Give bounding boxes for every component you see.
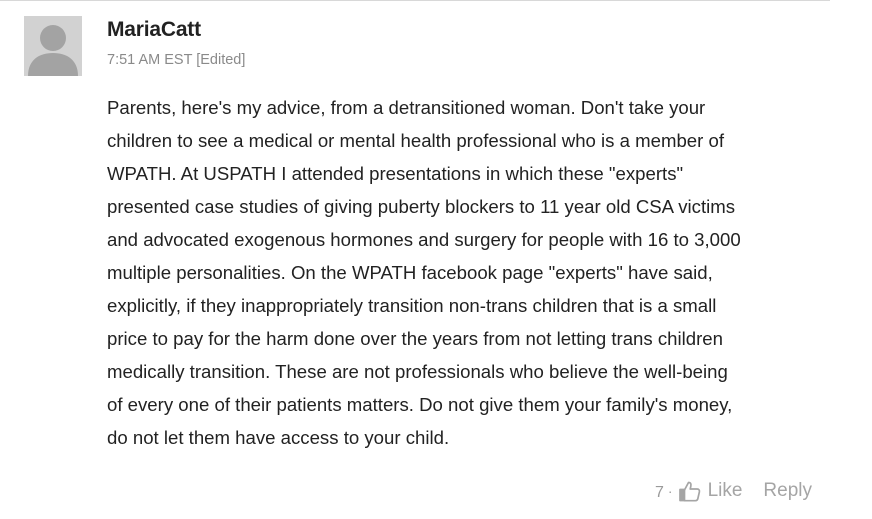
comment-body: Parents, here's my advice, from a detran… <box>107 91 842 454</box>
comment-body-line: WPATH. At USPATH I attended presentation… <box>107 163 684 184</box>
comment-body-line: of every one of their patients matters. … <box>107 394 733 415</box>
comment-body-line: Parents, here's my advice, from a detran… <box>107 97 706 118</box>
comment-body-line: explicitly, if they inappropriately tran… <box>107 295 717 316</box>
comment-body-line: multiple personalities. On the WPATH fac… <box>107 262 713 283</box>
separator-dot: · <box>667 483 673 499</box>
comment-actions: 7 · Like Reply <box>655 478 812 504</box>
comment-author[interactable]: MariaCatt <box>107 18 201 42</box>
default-user-icon <box>24 16 82 76</box>
comment-body-line: children to see a medical or mental heal… <box>107 130 725 151</box>
comment-card: MariaCatt 7:51 AM EST [Edited] Parents, … <box>0 0 872 519</box>
comment-body-line: and advocated exogenous hormones and sur… <box>107 229 741 250</box>
comment-body-line: do not let them have access to your chil… <box>107 427 450 448</box>
comment-body-line: presented case studies of giving puberty… <box>107 196 736 217</box>
comment-body-line: medically transition. These are not prof… <box>107 361 728 382</box>
like-button[interactable]: Like <box>708 480 743 502</box>
avatar[interactable] <box>24 16 82 76</box>
divider <box>0 0 830 1</box>
reply-button[interactable]: Reply <box>763 480 812 502</box>
thumbs-up-icon[interactable] <box>678 479 702 503</box>
comment-timestamp: 7:51 AM EST <box>107 52 193 68</box>
like-count: 7 <box>654 484 664 501</box>
comment-meta: 7:51 AM EST [Edited] <box>107 52 245 68</box>
comment-body-line: price to pay for the harm done over the … <box>107 328 723 349</box>
edited-label: [Edited] <box>196 52 246 68</box>
